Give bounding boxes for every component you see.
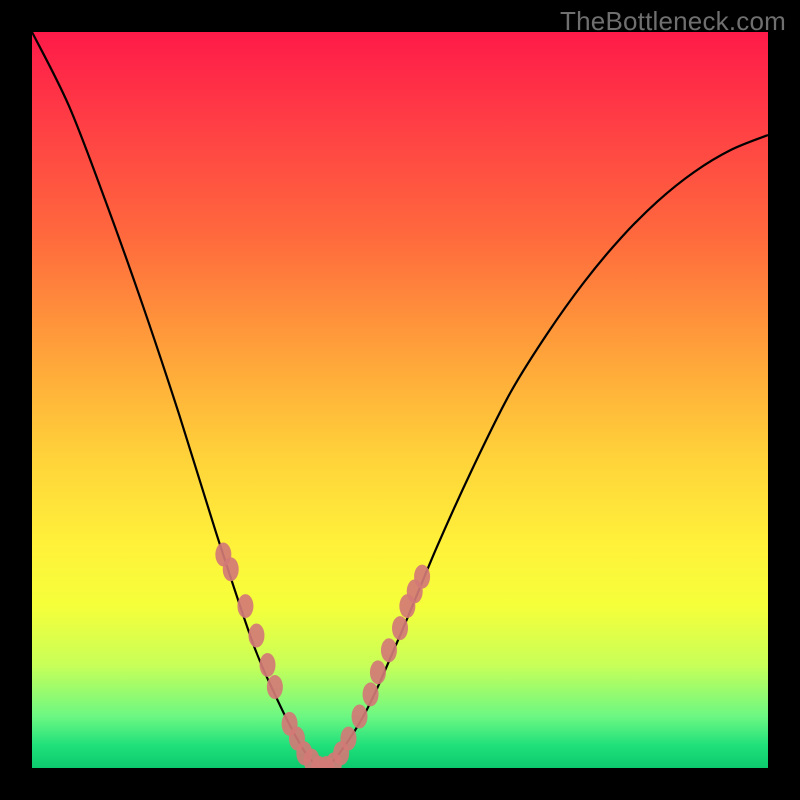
curve-marker [370, 660, 386, 684]
curve-marker [260, 653, 276, 677]
bottleneck-curve [32, 32, 768, 768]
curve-marker [363, 682, 379, 706]
curve-marker [223, 557, 239, 581]
curve-marker [352, 704, 368, 728]
marker-group [215, 543, 430, 768]
curve-marker [414, 565, 430, 589]
curve-marker [267, 675, 283, 699]
watermark-text: TheBottleneck.com [560, 6, 786, 37]
curve-marker [392, 616, 408, 640]
chart-frame: TheBottleneck.com [0, 0, 800, 800]
curve-marker [237, 594, 253, 618]
curve-marker [340, 727, 356, 751]
plot-area [32, 32, 768, 768]
curve-marker [381, 638, 397, 662]
curve-svg [32, 32, 768, 768]
curve-marker [248, 624, 264, 648]
